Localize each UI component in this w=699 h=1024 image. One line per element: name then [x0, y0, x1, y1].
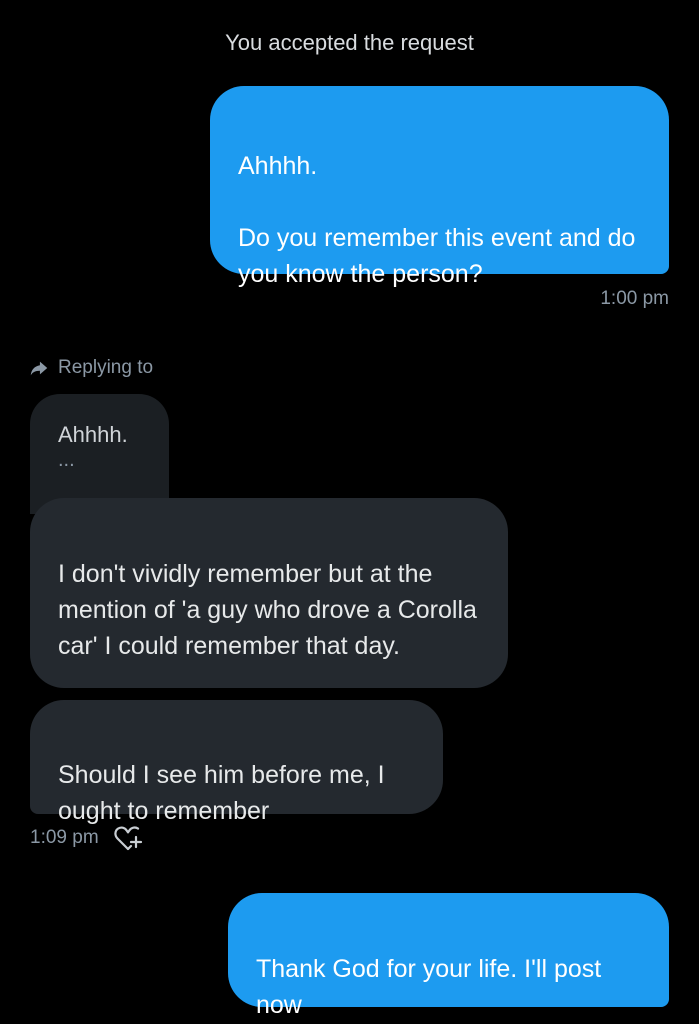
heart-plus-icon[interactable]: [113, 824, 143, 852]
message-text: Should I see him before me, I ought to r…: [58, 761, 385, 825]
quoted-message-preview[interactable]: Ahhhh. ...: [30, 394, 169, 514]
replying-to-label: Replying to: [58, 357, 154, 378]
reply-arrow-icon: [30, 361, 48, 376]
quoted-ellipsis: ...: [58, 449, 75, 471]
outgoing-message[interactable]: Thank God for your life. I'll post now: [228, 893, 669, 1019]
message-text: Ahhhh. Do you remember this event and do…: [238, 152, 636, 288]
dm-conversation: You accepted the request Ahhhh. Do you r…: [0, 0, 699, 1024]
outgoing-message[interactable]: Ahhhh. Do you remember this event and do…: [210, 86, 669, 288]
replying-to-indicator: Replying to: [28, 357, 153, 379]
incoming-message[interactable]: I don't vividly remember but at the ment…: [30, 498, 508, 688]
quoted-text: Ahhhh.: [58, 422, 128, 447]
incoming-message[interactable]: Should I see him before me, I ought to r…: [30, 700, 443, 825]
message-timestamp: 1:00 pm: [600, 288, 669, 309]
message-meta-row: 1:09 pm: [30, 824, 143, 852]
message-timestamp: 1:09 pm: [30, 827, 99, 848]
message-text: Thank God for your life. I'll post now: [256, 955, 602, 1019]
message-text: I don't vividly remember but at the ment…: [58, 560, 477, 660]
request-accepted-note: You accepted the request: [225, 30, 474, 55]
